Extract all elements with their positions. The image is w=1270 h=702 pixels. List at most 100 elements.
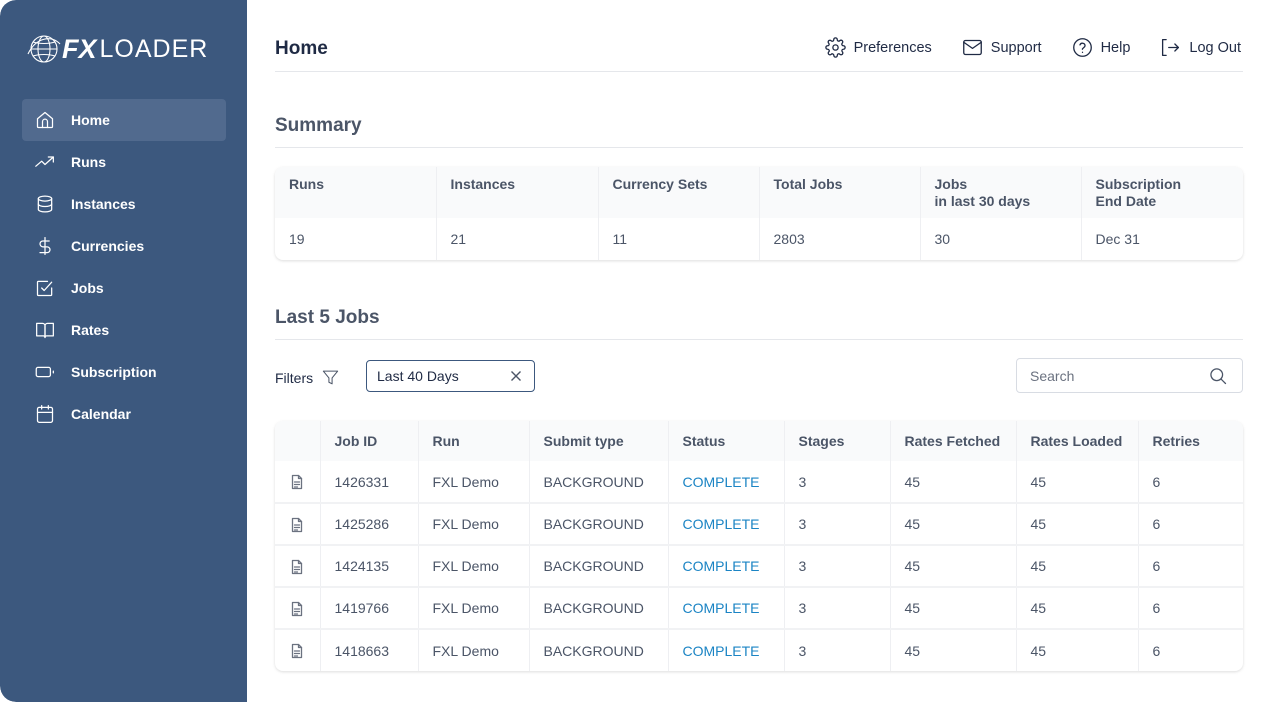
dollar-icon (35, 236, 55, 256)
cell-job-id[interactable]: 1419766 (320, 586, 419, 629)
cell-submit-type: BACKGROUND (529, 628, 669, 671)
filters-label: Filters (275, 369, 314, 386)
sidebar-item-runs[interactable]: Runs (22, 141, 226, 183)
calendar-icon (35, 404, 55, 424)
summary-value-instances: 21 (436, 218, 599, 260)
logo-fx: FX (62, 33, 97, 64)
cell-rates-loaded: 45 (1016, 502, 1139, 545)
cell-rates-loaded: 45 (1016, 544, 1139, 587)
filter-chip-last-40-days[interactable]: Last 40 Days (366, 360, 535, 392)
logo-loader: LOADER (99, 34, 209, 63)
table-row[interactable]: 1424135 FXL Demo BACKGROUND COMPLETE 3 45 45 6 (275, 544, 1243, 587)
filter-icon (322, 370, 339, 385)
sidebar-item-rates[interactable]: Rates (22, 309, 226, 351)
cell-status[interactable]: COMPLETE (668, 544, 785, 587)
jobs-header-stages[interactable]: Stages (784, 421, 891, 461)
table-row[interactable]: 1426331 FXL Demo BACKGROUND COMPLETE 3 45 45 6 (275, 461, 1243, 503)
battery-icon (35, 362, 55, 382)
cell-job-id[interactable]: 1426331 (320, 461, 419, 503)
cell-status[interactable]: COMPLETE (668, 628, 785, 671)
preferences-label: Preferences (853, 39, 932, 56)
logout-button[interactable]: Log Out (1160, 37, 1241, 58)
sidebar-item-jobs[interactable]: Jobs (22, 267, 226, 309)
cell-status[interactable]: COMPLETE (668, 461, 785, 503)
summary-header-runs: Runs (275, 167, 437, 218)
jobs-header-submit-type[interactable]: Submit type (529, 421, 669, 461)
job-details-cell[interactable] (275, 544, 321, 587)
cell-stages: 3 (784, 502, 891, 545)
table-row[interactable]: 1425286 FXL Demo BACKGROUND COMPLETE 3 45 45 6 (275, 502, 1243, 545)
sidebar: FX LOADER Home Runs Instances Currencies… (0, 0, 247, 702)
cell-stages: 3 (784, 628, 891, 671)
book-icon (35, 320, 55, 340)
document-icon[interactable] (289, 643, 305, 659)
jobs-header-retries[interactable]: Retries (1138, 421, 1243, 461)
preferences-button[interactable]: Preferences (824, 37, 932, 58)
cell-stages: 3 (784, 461, 891, 503)
cell-job-id[interactable]: 1424135 (320, 544, 419, 587)
document-icon[interactable] (289, 474, 305, 490)
search-input[interactable] (1017, 359, 1187, 392)
cell-stages: 3 (784, 586, 891, 629)
cell-run: FXL Demo (418, 544, 530, 587)
main-content: Home Preferences Support Help Log Out Su… (275, 0, 1243, 702)
jobs-header-run[interactable]: Run (418, 421, 530, 461)
cell-retries: 6 (1138, 586, 1243, 629)
jobs-header-rates-fetched[interactable]: Rates Fetched (890, 421, 1017, 461)
cell-status[interactable]: COMPLETE (668, 586, 785, 629)
sidebar-item-home[interactable]: Home (22, 99, 226, 141)
cell-rates-fetched: 45 (890, 544, 1017, 587)
summary-header-subscription-end: Subscription End Date (1081, 167, 1243, 218)
cell-rates-fetched: 45 (890, 628, 1017, 671)
document-icon[interactable] (289, 601, 305, 617)
database-icon (35, 194, 55, 214)
globe-icon (27, 35, 61, 63)
cell-job-id[interactable]: 1425286 (320, 502, 419, 545)
sidebar-item-instances[interactable]: Instances (22, 183, 226, 225)
summary-value-jobs-30-days: 30 (920, 218, 1082, 260)
support-button[interactable]: Support (962, 37, 1042, 58)
sidebar-item-label: Home (71, 112, 110, 128)
job-details-cell[interactable] (275, 586, 321, 629)
summary-header-jobs-30-days: Jobs in last 30 days (920, 167, 1082, 218)
help-button[interactable]: Help (1072, 37, 1131, 58)
help-circle-icon (1072, 38, 1092, 57)
jobs-header-status[interactable]: Status (668, 421, 785, 461)
document-icon[interactable] (289, 517, 305, 533)
job-details-cell[interactable] (275, 628, 321, 671)
help-label: Help (1100, 39, 1131, 56)
logo[interactable]: FX LOADER (26, 32, 208, 66)
document-icon[interactable] (289, 559, 305, 575)
sidebar-item-label: Instances (71, 196, 136, 212)
sidebar-item-calendar[interactable]: Calendar (22, 393, 226, 435)
jobs-header-rates-loaded[interactable]: Rates Loaded (1016, 421, 1139, 461)
sidebar-item-currencies[interactable]: Currencies (22, 225, 226, 267)
page-title: Home (275, 38, 328, 59)
cell-run: FXL Demo (418, 586, 530, 629)
job-details-cell[interactable] (275, 461, 321, 503)
search-icon[interactable] (1208, 366, 1228, 386)
jobs-header-job-id[interactable]: Job ID (320, 421, 419, 461)
sidebar-nav: Home Runs Instances Currencies Jobs Rate… (22, 99, 226, 435)
summary-header-currency-sets: Currency Sets (598, 167, 760, 218)
job-details-cell[interactable] (275, 502, 321, 545)
cell-status[interactable]: COMPLETE (668, 502, 785, 545)
filters-button[interactable]: Filters (275, 368, 340, 387)
summary-value-subscription-end: Dec 31 (1095, 231, 1140, 247)
filter-chip-label: Last 40 Days (377, 368, 459, 384)
checkbox-icon (35, 278, 55, 298)
close-icon[interactable] (508, 368, 524, 384)
filters-bar: Filters Last 40 Days (275, 358, 1243, 393)
cell-rates-fetched: 45 (890, 461, 1017, 503)
cell-retries: 6 (1152, 473, 1161, 490)
cell-run: FXL Demo (418, 628, 530, 671)
gear-icon (824, 37, 846, 58)
sidebar-item-subscription[interactable]: Subscription (22, 351, 226, 393)
cell-retries: 6 (1138, 628, 1243, 671)
table-row[interactable]: 1419766 FXL Demo BACKGROUND COMPLETE 3 45 45 6 (275, 586, 1243, 629)
app-window: FX LOADER Home Runs Instances Currencies… (0, 0, 1270, 702)
table-row[interactable]: 1418663 FXL Demo BACKGROUND COMPLETE 3 45 45 6 (275, 628, 1243, 671)
cell-job-id[interactable]: 1418663 (320, 628, 419, 671)
mail-icon (962, 39, 982, 56)
home-icon (35, 110, 55, 130)
